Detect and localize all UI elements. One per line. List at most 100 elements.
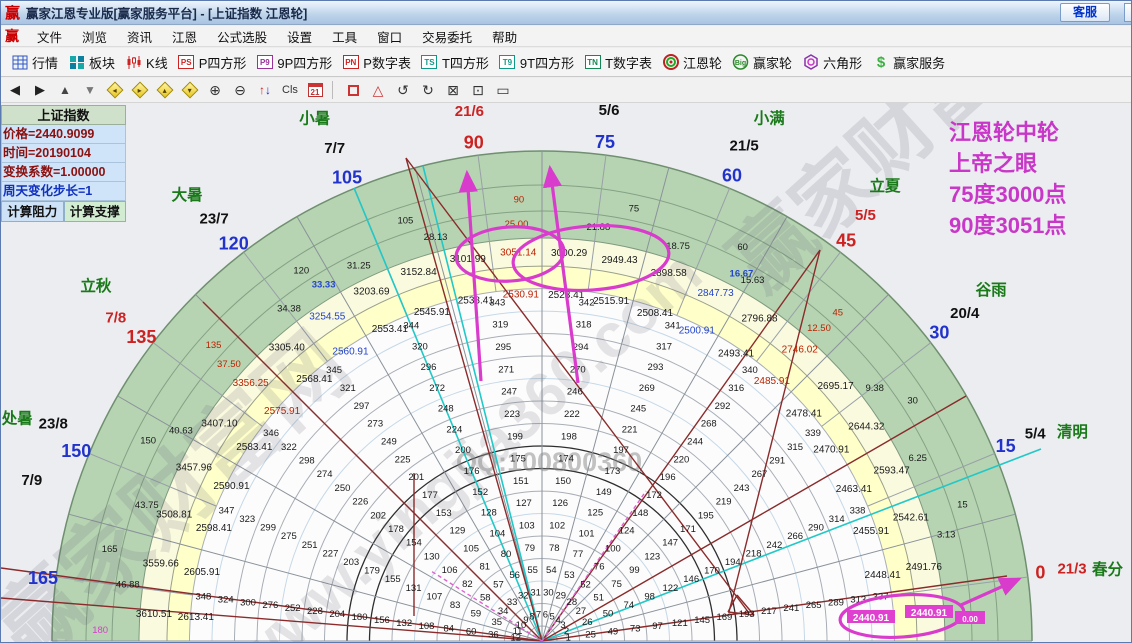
menu-item-7[interactable]: 窗口 [367,27,412,46]
menu-item-2[interactable]: 资讯 [117,27,162,46]
svg-text:203: 203 [343,557,359,568]
arrow-left-icon[interactable]: ◀ [4,80,26,100]
svg-text:165: 165 [102,544,118,555]
svg-text:2470.91: 2470.91 [813,444,850,455]
toolbar-button-K线[interactable]: K线 [125,53,168,72]
svg-text:3610.51: 3610.51 [136,609,173,620]
svg-text:150: 150 [61,441,91,461]
toolbar-button-行情[interactable]: 行情 [11,53,58,72]
svg-text:7: 7 [536,610,541,621]
toolbar-label: 9T四方形 [520,53,574,72]
square-tool-icon[interactable] [342,80,364,100]
svg-text:7/9: 7/9 [21,472,42,489]
dollar-icon: $ [872,54,889,70]
diamond-right-icon[interactable]: ▸ [129,80,151,100]
svg-text:175: 175 [510,454,526,465]
svg-text:3559.66: 3559.66 [143,558,180,569]
cls-button[interactable]: Cls [279,80,301,100]
menu-item-5[interactable]: 设置 [277,27,322,46]
diamond-up-icon[interactable]: ▴ [154,80,176,100]
calendar-icon[interactable]: 21 [304,80,326,100]
svg-text:45: 45 [832,308,843,319]
svg-text:33: 33 [507,597,518,608]
monitor-icon[interactable]: ▭ [492,80,514,100]
partial-button[interactable] [1124,3,1132,22]
svg-text:340: 340 [742,365,758,376]
arrow-up-icon[interactable]: ▲ [54,80,76,100]
svg-text:2500.91: 2500.91 [679,325,716,336]
svg-text:34.38: 34.38 [277,303,301,314]
toolbar-button-赢家轮[interactable]: Big赢家轮 [732,53,792,72]
candles-icon [125,54,142,70]
toolbar-button-六角形[interactable]: 六角形 [802,53,862,72]
toolbar-label: T四方形 [442,53,489,72]
menu-item-1[interactable]: 浏览 [72,27,117,46]
updown-icon[interactable]: ↑↓ [254,80,276,100]
customer-service-button[interactable]: 客服 [1060,3,1110,22]
drawing-toolbar: ◀▶▲▼◂▸▴▾⊕⊖↑↓Cls21 △↺↻⊠⊡▭ [1,78,1132,103]
svg-text:225: 225 [395,454,411,465]
xbox-icon[interactable]: ⊠ [442,80,464,100]
pn-icon: PN [342,54,359,70]
svg-text:31: 31 [530,587,541,598]
toolbar-button-赢家服务[interactable]: $赢家服务 [872,53,945,72]
svg-text:292: 292 [715,401,731,412]
svg-text:222: 222 [564,409,580,420]
calc-resistance-button[interactable]: 计算阻力 [1,201,64,222]
menu-item-8[interactable]: 交易委托 [412,27,482,46]
zoom-out-icon[interactable]: ⊖ [229,80,251,100]
menu-item-4[interactable]: 公式选股 [207,27,277,46]
svg-text:3152.84: 3152.84 [400,267,437,278]
toolbar-button-江恩轮[interactable]: 江恩轮 [662,53,722,72]
toolbar-button-P四方形[interactable]: PSP四方形 [178,53,247,72]
svg-text:196: 196 [660,472,676,483]
toolbar-button-P数字表[interactable]: PNP数字表 [342,53,411,72]
svg-text:156: 156 [374,615,390,626]
menu-bar: 赢 文件浏览资讯江恩公式选股设置工具窗口交易委托帮助 [1,26,1132,47]
toolbar-button-板块[interactable]: 板块 [68,53,115,72]
svg-text:296: 296 [421,362,437,373]
svg-text:12.50: 12.50 [807,323,831,334]
arrow-right-icon[interactable]: ▶ [29,80,51,100]
toolbar-button-T数字表[interactable]: TNT数字表 [584,53,652,72]
svg-text:323: 323 [239,514,255,525]
svg-text:50: 50 [603,609,614,620]
menu-item-6[interactable]: 工具 [322,27,367,46]
svg-text:99: 99 [629,565,640,576]
fit-icon[interactable]: ⊡ [467,80,489,100]
svg-text:298: 298 [299,456,315,467]
menu-item-3[interactable]: 江恩 [162,27,207,46]
svg-text:218: 218 [746,548,762,559]
svg-text:290: 290 [808,523,824,534]
svg-text:处暑: 处暑 [1,408,33,427]
triangle-tool-icon[interactable]: △ [367,80,389,100]
arrow-down-icon[interactable]: ▼ [79,80,101,100]
svg-text:60: 60 [737,242,748,253]
svg-text:4: 4 [555,615,560,626]
svg-text:12: 12 [510,633,521,643]
p9-icon: P9 [256,54,273,70]
svg-text:23/8: 23/8 [39,415,68,432]
diamond-down-icon[interactable]: ▾ [179,80,201,100]
toolbar-button-T四方形[interactable]: TST四方形 [421,53,489,72]
svg-text:272: 272 [429,383,445,394]
svg-text:53: 53 [564,570,575,581]
toolbar-button-9T四方形[interactable]: T99T四方形 [499,53,574,72]
svg-text:2949.43: 2949.43 [601,255,638,266]
svg-text:105: 105 [463,544,479,555]
diamond-left-icon[interactable]: ◂ [104,80,126,100]
calc-support-button[interactable]: 计算支撑 [64,201,127,222]
toolbar-button-9P四方形[interactable]: P99P四方形 [256,53,332,72]
svg-text:135: 135 [206,340,222,351]
zoom-in-icon[interactable]: ⊕ [204,80,226,100]
svg-text:223: 223 [504,409,520,420]
rotate-ccw-icon[interactable]: ↺ [392,80,414,100]
menu-item-9[interactable]: 帮助 [482,27,527,46]
svg-text:2440.91: 2440.91 [853,613,890,624]
svg-text:269: 269 [639,383,655,394]
menu-item-0[interactable]: 文件 [27,27,72,46]
svg-text:58: 58 [480,592,491,603]
svg-text:150: 150 [555,476,571,487]
rotate-cw-icon[interactable]: ↻ [417,80,439,100]
svg-text:23/7: 23/7 [199,210,228,227]
